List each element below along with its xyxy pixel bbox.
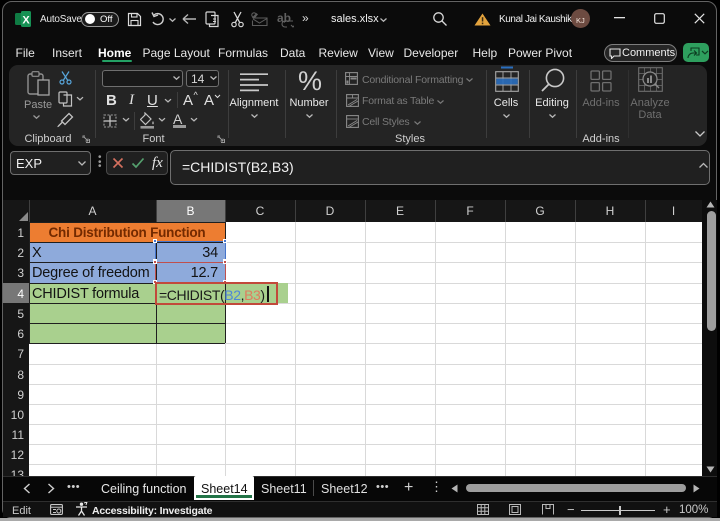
svg-text:X: X [22,15,30,27]
